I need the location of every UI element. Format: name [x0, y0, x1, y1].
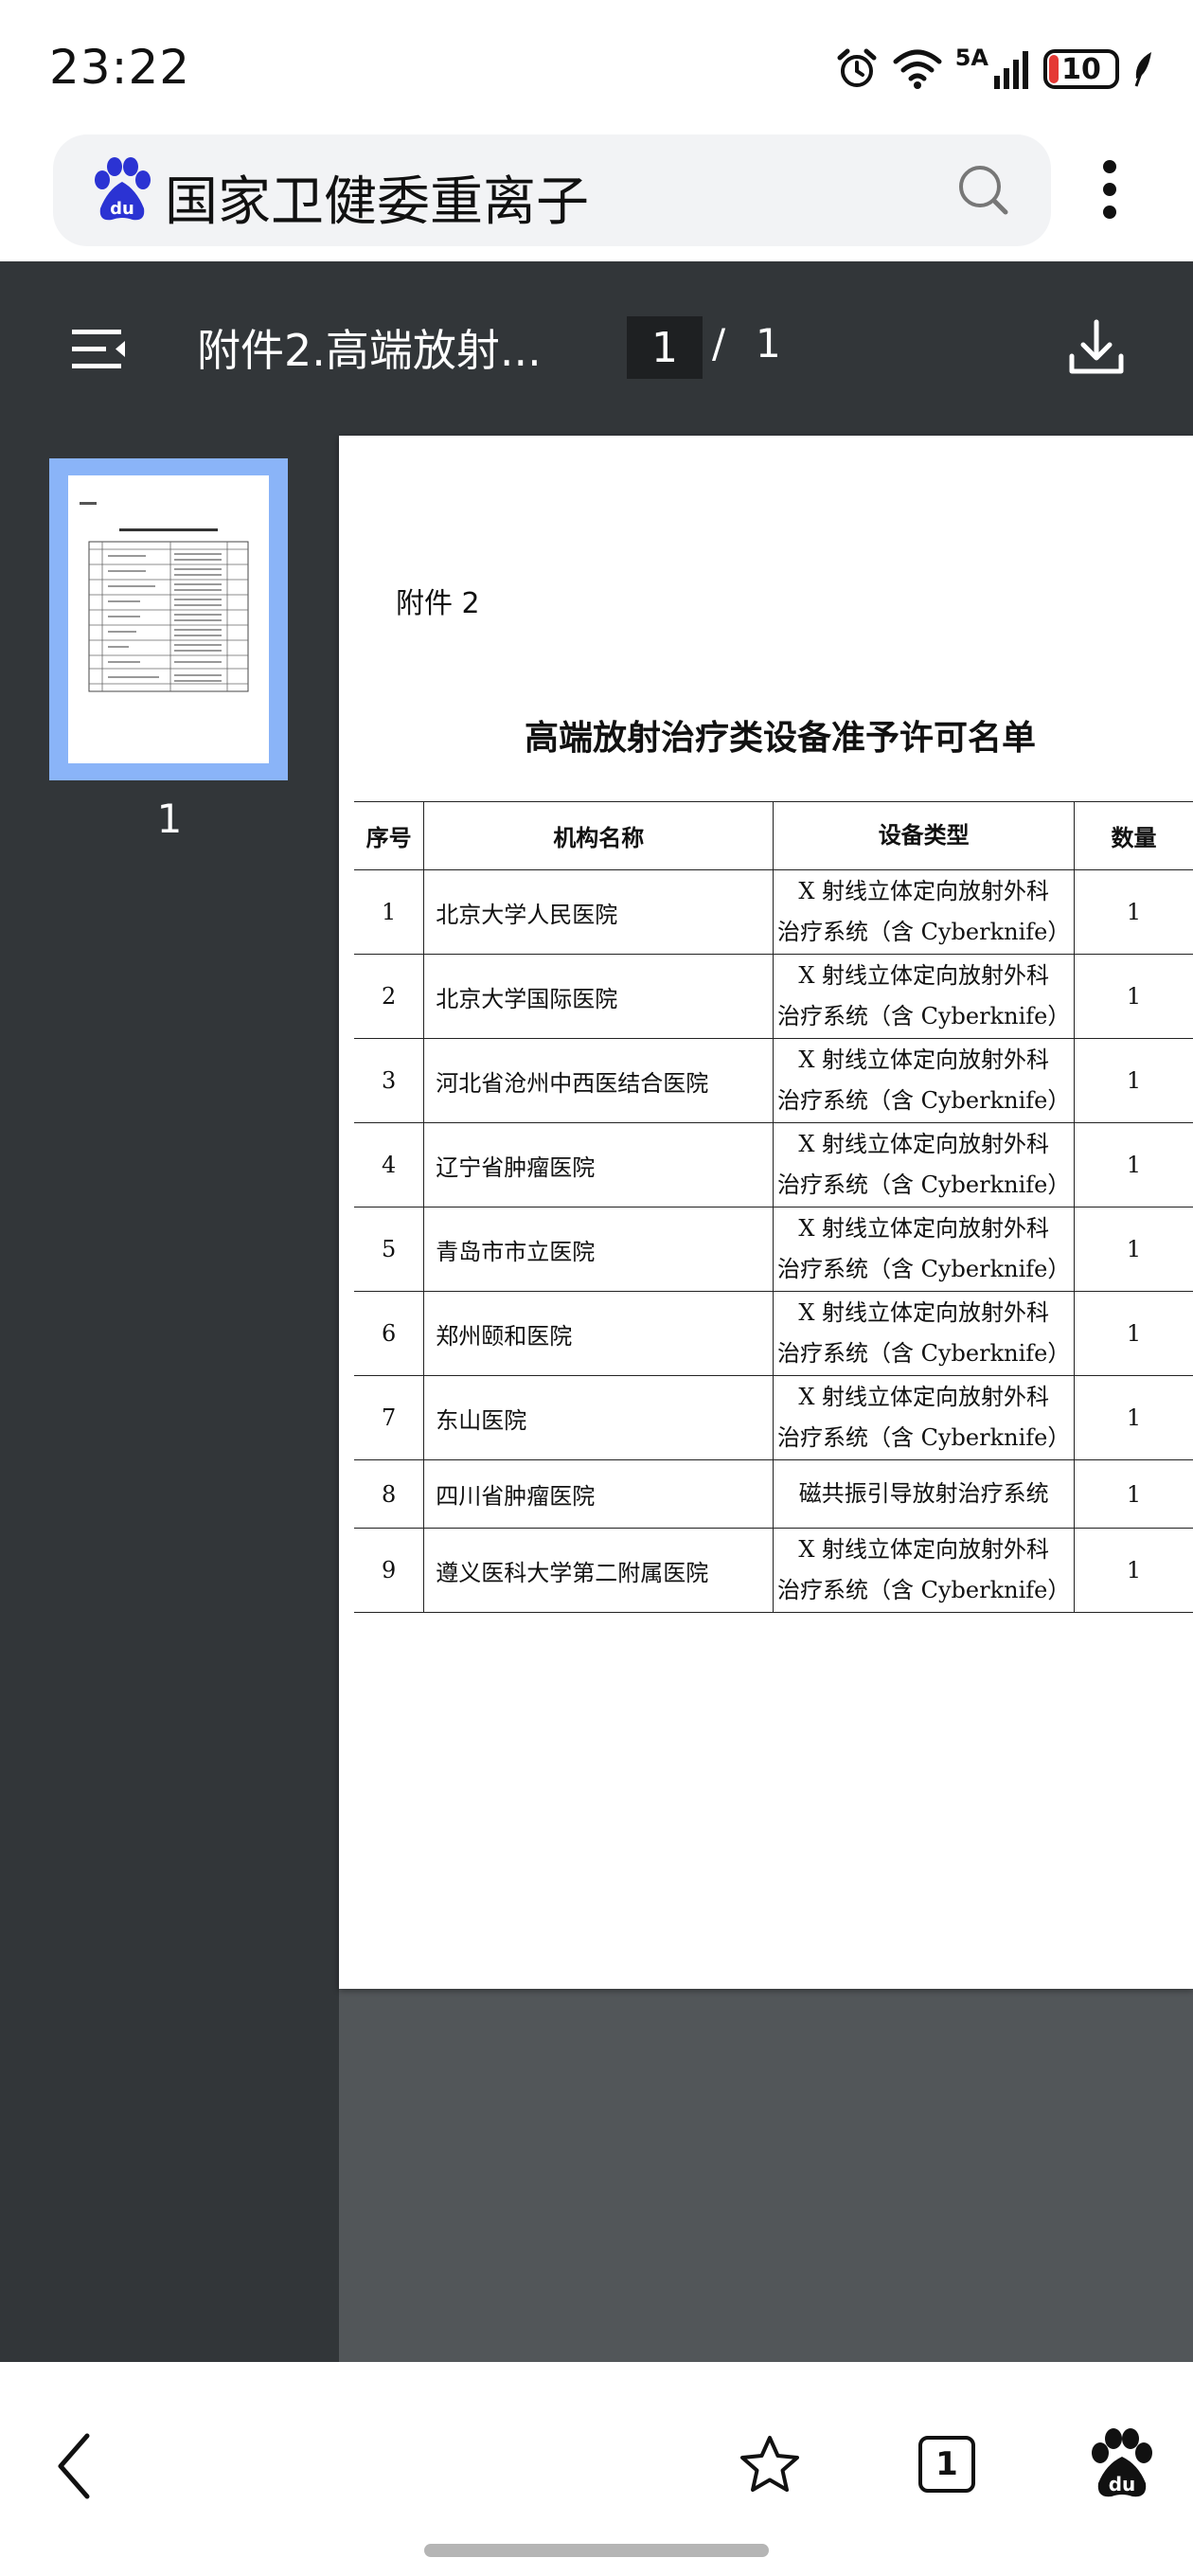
- row-seq: 1: [354, 869, 424, 955]
- svg-text:du: du: [1109, 2473, 1136, 2496]
- thumbnail-miniature: [80, 502, 249, 692]
- table-row: 7 东山医院 X 射线立体定向放射外科 治疗系统（含 Cyberknife） 1: [354, 1375, 1193, 1460]
- status-icons: 5A 10: [834, 45, 1155, 93]
- home-indicator[interactable]: [424, 2544, 769, 2557]
- row-institution: 郑州颐和医院: [423, 1291, 774, 1376]
- search-icon[interactable]: [954, 161, 1011, 218]
- baidu-paw-icon[interactable]: du: [1089, 2428, 1155, 2500]
- row-quantity: 1: [1074, 1459, 1193, 1529]
- row-equipment-type: X 射线立体定向放射外科 治疗系统（含 Cyberknife）: [773, 1528, 1075, 1613]
- search-bar[interactable]: du 国家卫健委重离子: [53, 134, 1051, 246]
- table-row: 1 北京大学人民医院 X 射线立体定向放射外科 治疗系统（含 Cyberknife…: [354, 869, 1193, 955]
- table-row: 3 河北省沧州中西医结合医院 X 射线立体定向放射外科 治疗系统（含 Cyberk…: [354, 1038, 1193, 1123]
- attachment-label: 附件 2: [396, 587, 480, 620]
- svg-text:du: du: [110, 199, 134, 219]
- column-header-seq: 序号: [354, 801, 424, 870]
- column-header-type: 设备类型: [773, 801, 1075, 870]
- pdf-page: 附件 2 高端放射治疗类设备准予许可名单 序号 机构名称 设备类型 数量 1 北…: [339, 436, 1193, 1989]
- thumbnail-page-number: 1: [156, 796, 183, 842]
- row-institution: 青岛市市立医院: [423, 1207, 774, 1292]
- page-thumbnail[interactable]: [49, 458, 288, 780]
- row-seq: 4: [354, 1122, 424, 1208]
- table-row: 8 四川省肿瘤医院 磁共振引导放射治疗系统 1: [354, 1459, 1193, 1529]
- table-header-row: 序号 机构名称 设备类型 数量: [354, 801, 1193, 870]
- row-equipment-type: X 射线立体定向放射外科 治疗系统（含 Cyberknife）: [773, 1038, 1075, 1123]
- back-icon[interactable]: [51, 2430, 97, 2502]
- download-icon[interactable]: [1066, 318, 1127, 379]
- row-quantity: 1: [1074, 1207, 1193, 1292]
- signal-icon: [994, 51, 1028, 89]
- column-header-name: 机构名称: [423, 801, 774, 870]
- status-time: 23:22: [49, 40, 191, 95]
- bottom-navigation: 1 du: [0, 2362, 1193, 2576]
- row-equipment-type: X 射线立体定向放射外科 治疗系统（含 Cyberknife）: [773, 1375, 1075, 1460]
- menu-icon[interactable]: [70, 324, 127, 373]
- permit-table: 序号 机构名称 设备类型 数量 1 北京大学人民医院 X 射线立体定向放射外科治…: [354, 801, 1193, 1613]
- tabs-icon[interactable]: 1: [918, 2436, 975, 2493]
- row-quantity: 1: [1074, 1528, 1193, 1613]
- thumbnail-sidebar: 1: [0, 436, 339, 2362]
- column-header-qty: 数量: [1074, 801, 1193, 870]
- battery-level: 10: [1061, 52, 1101, 86]
- document-heading: 高端放射治疗类设备准予许可名单: [524, 718, 1036, 758]
- row-equipment-type: 磁共振引导放射治疗系统: [773, 1459, 1075, 1529]
- search-query[interactable]: 国家卫健委重离子: [165, 159, 589, 236]
- row-quantity: 1: [1074, 1038, 1193, 1123]
- page-separator: /: [712, 320, 726, 367]
- row-seq: 8: [354, 1459, 424, 1529]
- page-number-input[interactable]: 1: [627, 316, 703, 379]
- page-total: 1: [756, 320, 781, 367]
- row-quantity: 1: [1074, 954, 1193, 1039]
- pdf-toolbar: 附件2.高端放射... 1 / 1: [0, 261, 1193, 436]
- network-type: 5A: [954, 45, 988, 71]
- row-quantity: 1: [1074, 1291, 1193, 1376]
- row-institution: 河北省沧州中西医结合医院: [423, 1038, 774, 1123]
- alarm-icon: [837, 48, 877, 87]
- row-seq: 7: [354, 1375, 424, 1460]
- wifi-icon: [893, 49, 942, 89]
- thumbnail-preview: [68, 475, 269, 763]
- row-institution: 东山医院: [423, 1375, 774, 1460]
- row-seq: 5: [354, 1207, 424, 1292]
- table-row: 5 青岛市市立医院 X 射线立体定向放射外科 治疗系统（含 Cyberknife）…: [354, 1207, 1193, 1292]
- row-institution: 辽宁省肿瘤医院: [423, 1122, 774, 1208]
- row-quantity: 1: [1074, 869, 1193, 955]
- row-institution: 北京大学国际医院: [423, 954, 774, 1039]
- row-quantity: 1: [1074, 1122, 1193, 1208]
- row-quantity: 1: [1074, 1375, 1193, 1460]
- table-row: 6 郑州颐和医院 X 射线立体定向放射外科 治疗系统（含 Cyberknife） …: [354, 1291, 1193, 1376]
- row-equipment-type: X 射线立体定向放射外科 治疗系统（含 Cyberknife）: [773, 1207, 1075, 1292]
- row-equipment-type: X 射线立体定向放射外科 治疗系统（含 Cyberknife）: [773, 869, 1075, 955]
- row-seq: 3: [354, 1038, 424, 1123]
- leaf-icon: [1134, 52, 1151, 87]
- row-institution: 四川省肿瘤医院: [423, 1459, 774, 1529]
- row-equipment-type: X 射线立体定向放射外科 治疗系统（含 Cyberknife）: [773, 954, 1075, 1039]
- battery-icon: 10: [1043, 49, 1119, 89]
- row-institution: 北京大学人民医院: [423, 869, 774, 955]
- row-equipment-type: X 射线立体定向放射外科 治疗系统（含 Cyberknife）: [773, 1122, 1075, 1208]
- table-row: 2 北京大学国际医院 X 射线立体定向放射外科 治疗系统（含 Cyberknife…: [354, 954, 1193, 1039]
- status-bar: 23:22 5A 10: [0, 0, 1193, 133]
- document-title: 附件2.高端放射...: [197, 325, 542, 376]
- row-equipment-type: X 射线立体定向放射外科 治疗系统（含 Cyberknife）: [773, 1291, 1075, 1376]
- star-icon[interactable]: [739, 2434, 801, 2496]
- document-viewer[interactable]: 附件 2 高端放射治疗类设备准予许可名单 序号 机构名称 设备类型 数量 1 北…: [339, 436, 1193, 2362]
- more-vert-icon[interactable]: [1089, 152, 1131, 227]
- row-institution: 遵义医科大学第二附属医院: [423, 1528, 774, 1613]
- row-seq: 9: [354, 1528, 424, 1613]
- table-row: 9 遵义医科大学第二附属医院 X 射线立体定向放射外科 治疗系统（含 Cyberk…: [354, 1528, 1193, 1613]
- table-row: 4 辽宁省肿瘤医院 X 射线立体定向放射外科 治疗系统（含 Cyberknife）…: [354, 1122, 1193, 1208]
- baidu-logo-icon: du: [95, 157, 151, 221]
- row-seq: 6: [354, 1291, 424, 1376]
- row-seq: 2: [354, 954, 424, 1039]
